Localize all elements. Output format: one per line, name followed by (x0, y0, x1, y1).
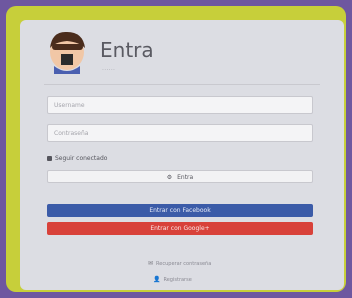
google-login-button[interactable]: Entrar con Google+ (47, 222, 313, 235)
login-card: Entra ...... Username Contraseña Seguir … (20, 20, 344, 290)
facebook-login-button[interactable]: Entrar con Facebook (47, 204, 313, 217)
enter-button[interactable]: ⚙ Entra (47, 170, 313, 183)
page-background: Entra ...... Username Contraseña Seguir … (0, 0, 352, 298)
username-input[interactable]: Username (47, 96, 313, 114)
divider (44, 84, 320, 85)
remember-me-checkbox[interactable]: Seguir conectado (47, 155, 107, 162)
forgot-password-link[interactable]: ✉ Recuperar contraseña (148, 260, 211, 267)
outer-frame: Entra ...... Username Contraseña Seguir … (6, 6, 346, 292)
register-link[interactable]: 👤 Registrarse (153, 276, 192, 283)
page-title: Entra (100, 38, 154, 62)
password-input[interactable]: Contraseña (47, 124, 313, 142)
checkbox-icon[interactable] (47, 156, 52, 161)
register-label: Registrarse (163, 276, 192, 283)
user-icon: 👤 (153, 276, 161, 283)
subtitle: ...... (102, 65, 116, 72)
remember-me-label: Seguir conectado (55, 155, 108, 162)
forgot-password-label: Recuperar contraseña (156, 260, 212, 267)
user-avatar-icon (50, 31, 85, 74)
enter-button-label: Entra (177, 174, 194, 181)
gear-icon: ⚙ (166, 174, 173, 181)
envelope-icon: ✉ (148, 260, 154, 267)
